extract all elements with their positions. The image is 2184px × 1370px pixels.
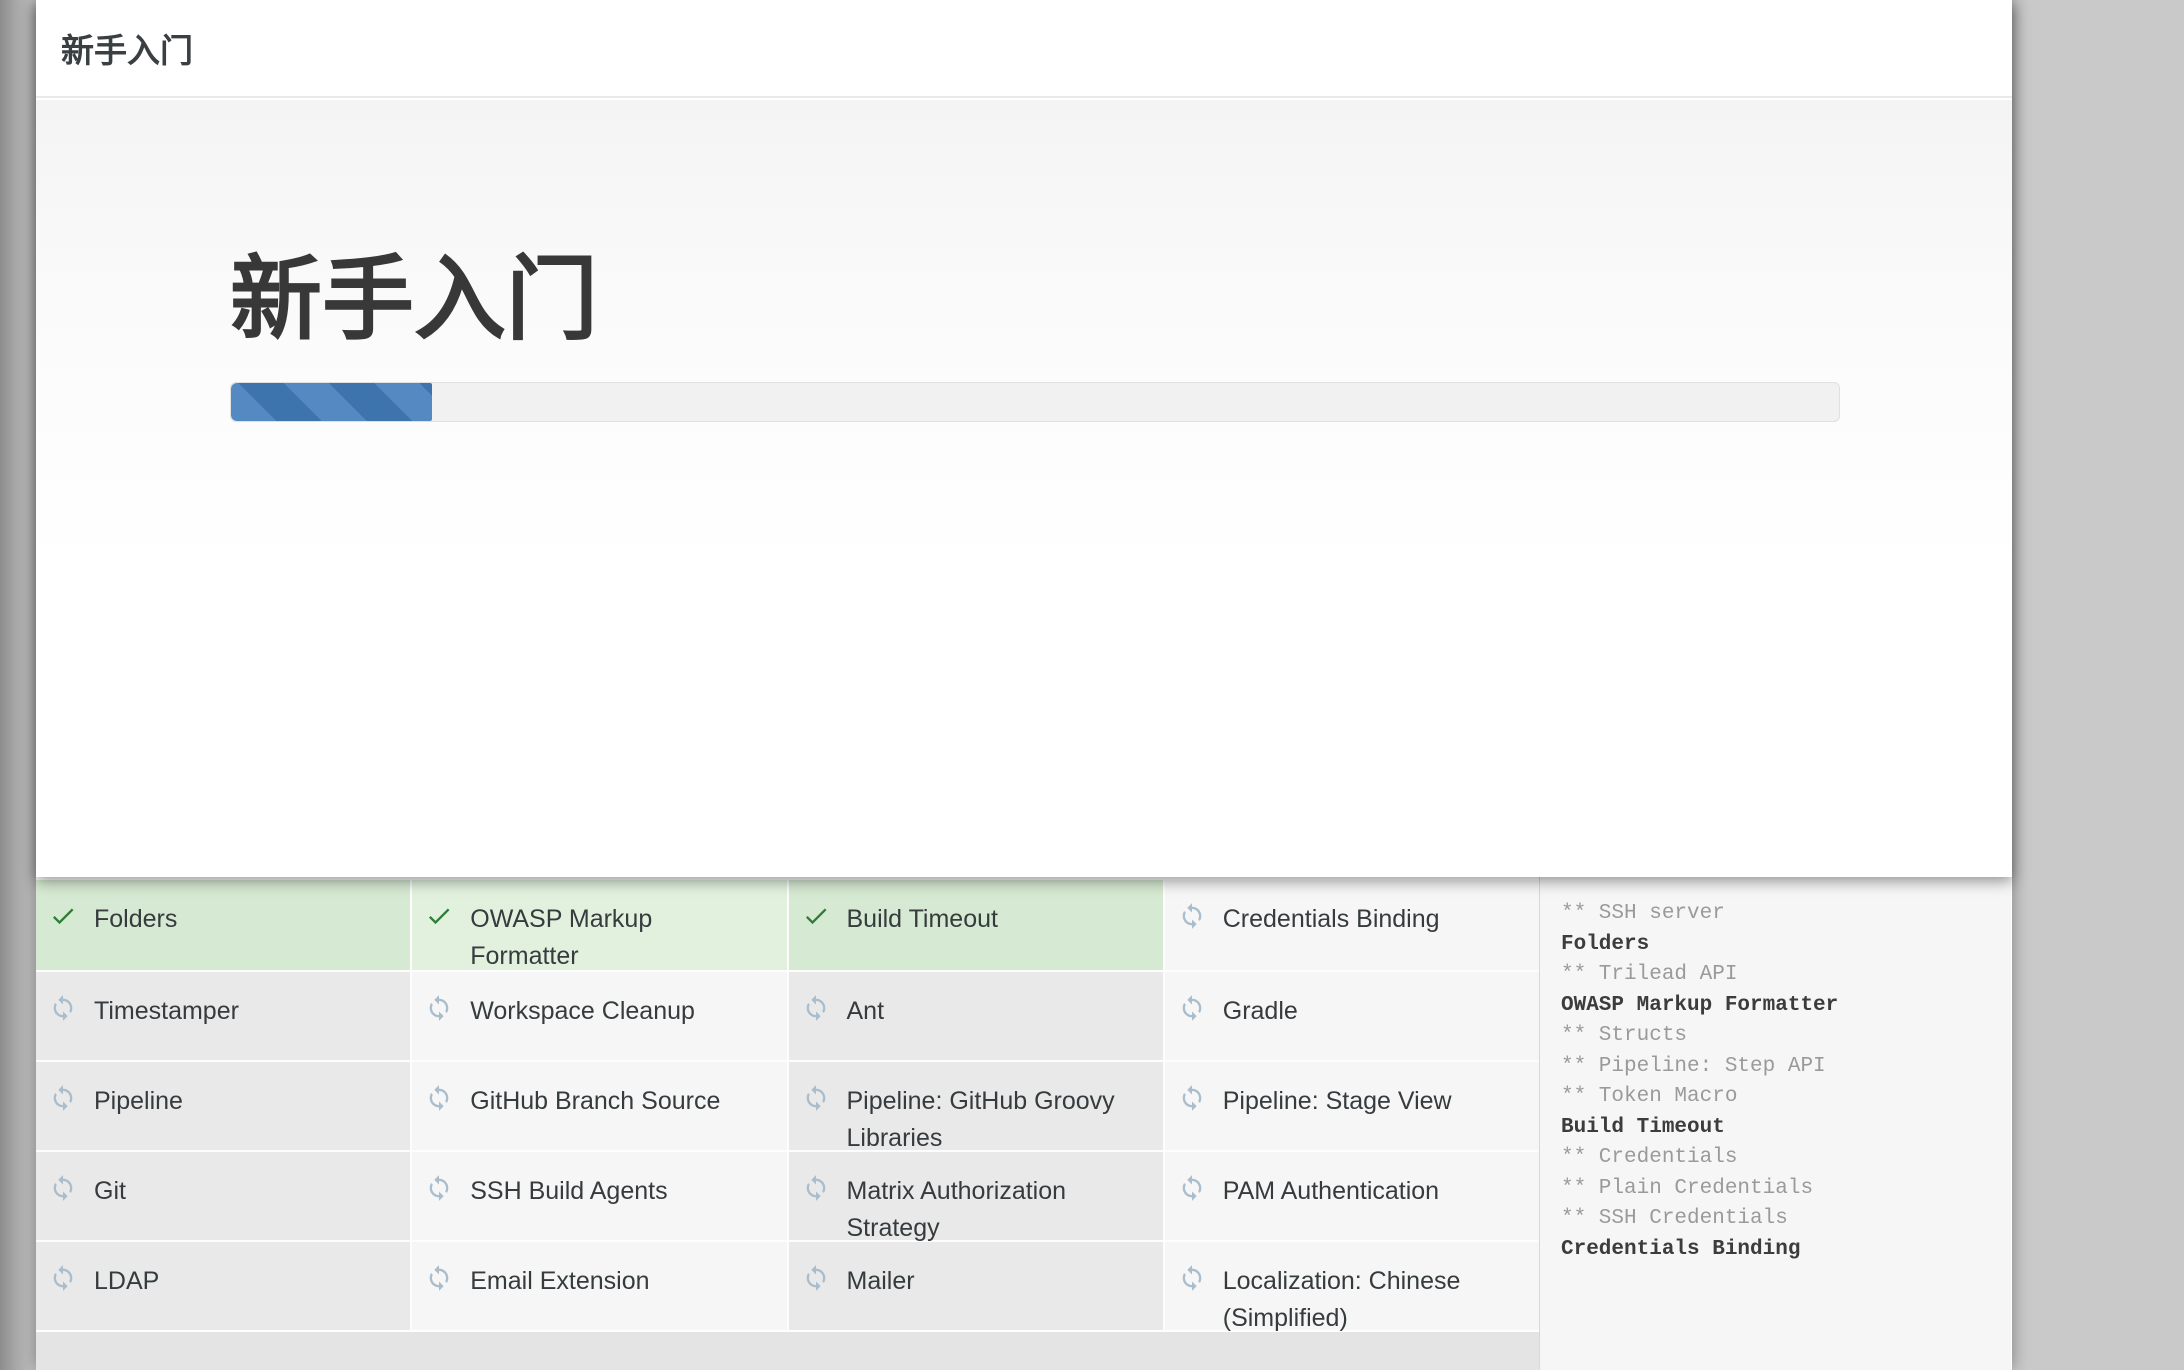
install-log-line: Folders [1561,932,1650,956]
setup-wizard-page: Folders OWASP Markup Formatter Build Tim… [36,0,2012,1370]
plugin-cell: Credentials Binding [1164,880,1539,970]
plugin-name: Matrix Authorization Strategy [846,1177,1067,1242]
plugin-cell: Mailer [788,1242,1163,1330]
plugin-cell: Pipeline: GitHub Groovy Libraries [788,1062,1163,1152]
sync-icon [425,1264,453,1292]
sync-icon [1178,1084,1206,1112]
plugin-name: PAM Authentication [1222,1177,1440,1205]
plugin-cell: Workspace Cleanup [412,972,787,1060]
install-log-line: ** Token Macro [1561,1085,1738,1108]
plugin-name: Credentials Binding [1222,905,1440,933]
install-log-line: Credentials Binding [1561,1237,1801,1261]
check-icon [49,902,77,930]
plugin-cell: Email Extension [412,1242,787,1330]
plugin-cell: Build Timeout [788,880,1163,970]
plugin-cell: Folders [36,880,411,970]
plugin-cell: Timestamper [36,972,411,1060]
plugin-cell: Localization: Chinese (Simplified) [1164,1242,1539,1332]
plugin-name: GitHub Branch Source [470,1087,721,1115]
sync-icon [802,1264,830,1292]
plugin-name: Pipeline [94,1087,183,1115]
sync-icon [1178,902,1206,930]
install-log-line: ** Credentials [1561,1146,1738,1169]
sync-icon [1178,1174,1206,1202]
plugin-name: LDAP [94,1267,160,1295]
install-log-line: ** Plain Credentials [1561,1176,1814,1200]
panel-footer [36,1332,1539,1370]
sync-icon [802,994,830,1022]
plugin-cell: SSH Build Agents [412,1152,787,1240]
install-log-line: ** Pipeline: Step API [1561,1054,1826,1078]
plugin-name: Gradle [1222,997,1298,1025]
plugin-name: OWASP Markup Formatter [470,905,653,970]
plugin-name: Ant [846,997,885,1025]
plugin-name: SSH Build Agents [470,1177,668,1205]
plugin-name: Git [94,1177,126,1205]
sync-icon [1178,1264,1206,1292]
sync-icon [425,1174,453,1202]
install-log-line: OWASP Markup Formatter [1561,993,1839,1017]
install-log-line: ** Trilead API [1561,963,1738,986]
screen: Folders OWASP Markup Formatter Build Tim… [0,0,2184,1370]
plugin-cell: Matrix Authorization Strategy [788,1152,1163,1242]
sync-icon [1178,994,1206,1022]
plugin-name: Localization: Chinese (Simplified) [1222,1267,1461,1332]
page-title: 新手入门 [230,249,599,351]
plugin-name: Build Timeout [846,905,998,933]
sync-icon [49,1174,77,1202]
sync-icon [49,1084,77,1112]
sync-icon [49,994,77,1022]
install-log: ** SSH server Folders ** Trilead API OWASP … [1539,877,2011,1370]
dialog-header: 新手入门 [36,0,2012,98]
plugin-cell: Pipeline: Stage View [1164,1062,1539,1150]
sync-icon [802,1174,830,1202]
plugin-name: Email Extension [470,1267,650,1295]
sync-icon [802,1084,830,1112]
page-left-gutter [0,0,36,1370]
plugin-name: Timestamper [94,997,239,1025]
install-log-line: ** SSH server [1561,902,1725,925]
install-log-line: Build Timeout [1561,1115,1725,1139]
plugin-cell: Ant [788,972,1163,1060]
check-icon [802,902,830,930]
check-icon [425,902,453,930]
install-progress-bar [230,382,1840,422]
plugin-cell: GitHub Branch Source [412,1062,787,1150]
dialog-title: 新手入门 [61,32,193,69]
plugin-name: Pipeline: Stage View [1222,1087,1452,1115]
plugin-name: Pipeline: GitHub Groovy Libraries [846,1087,1115,1152]
plugin-cell: PAM Authentication [1164,1152,1539,1240]
sync-icon [425,994,453,1022]
plugin-grid: Folders OWASP Markup Formatter Build Tim… [36,880,1539,1332]
plugin-name: Folders [94,905,178,933]
plugin-cell: OWASP Markup Formatter [412,880,787,970]
plugin-name: Workspace Cleanup [470,997,695,1025]
getting-started-dialog: 新手入门 新手入门 [36,0,2012,877]
plugin-cell: LDAP [36,1242,411,1330]
plugin-cell: Gradle [1164,972,1539,1060]
sync-icon [49,1264,77,1292]
dialog-body: 新手入门 [36,100,2012,877]
plugin-name: Mailer [846,1267,915,1295]
install-log-line: ** SSH Credentials [1561,1207,1788,1230]
install-log-line: ** Structs [1561,1024,1688,1047]
plugin-cell: Pipeline [36,1062,411,1150]
plugin-cell: Git [36,1152,411,1240]
sync-icon [425,1084,453,1112]
install-progress-fill [231,383,432,421]
